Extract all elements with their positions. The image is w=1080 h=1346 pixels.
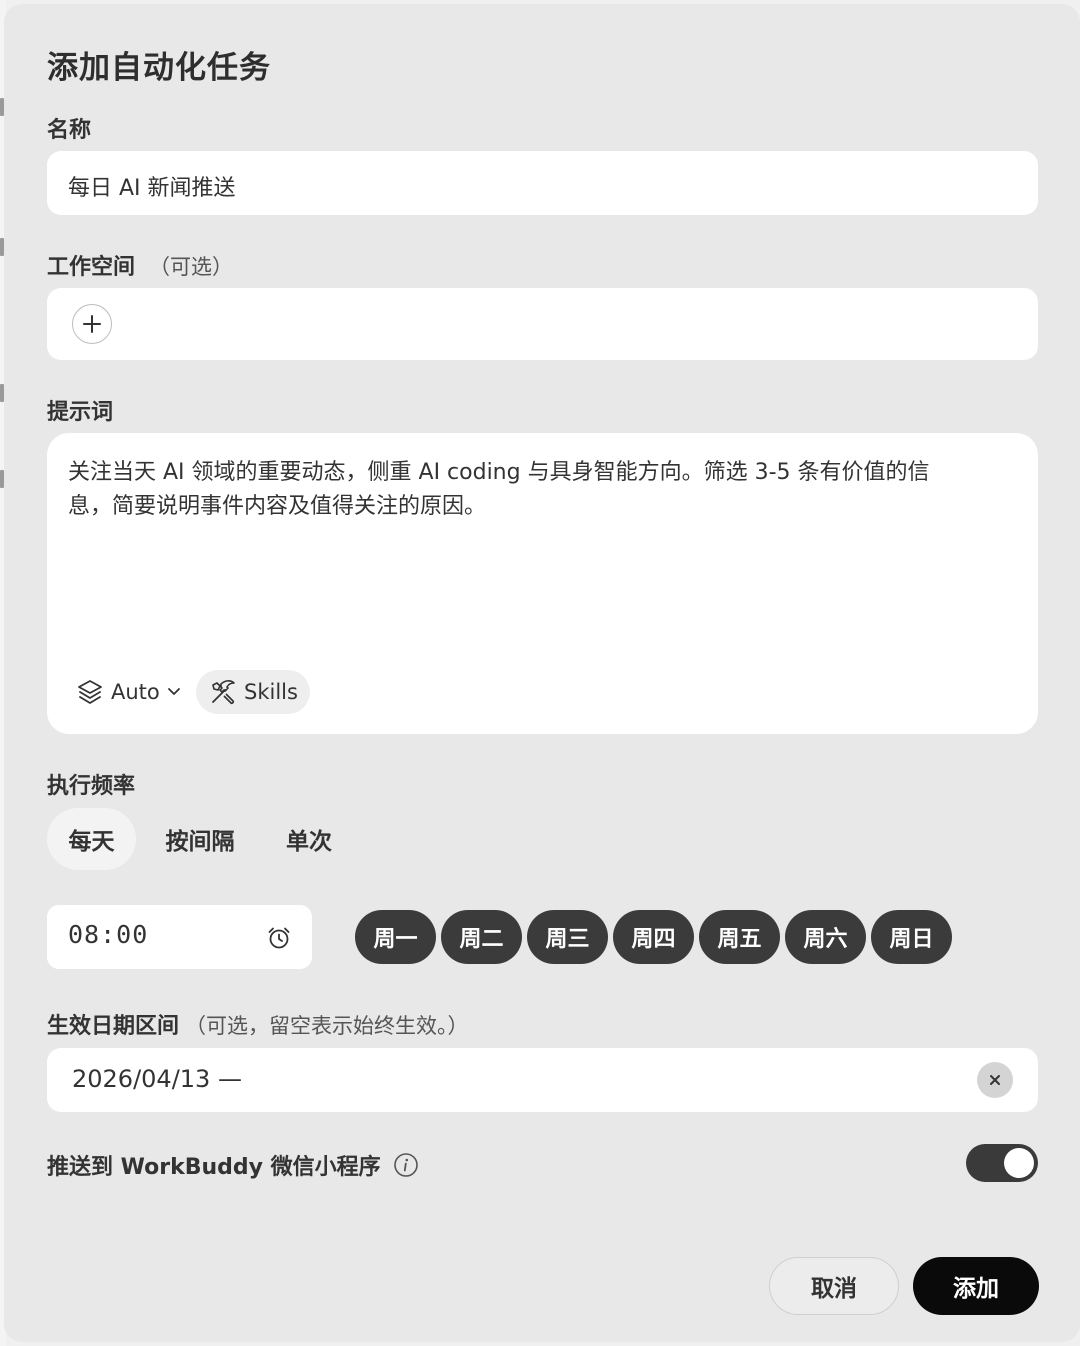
- time-input-value: 08:00: [68, 920, 149, 949]
- tools-icon: [212, 680, 235, 705]
- plus-icon: [83, 315, 101, 333]
- push-setting: 推送到 WorkBuddy 微信小程序: [47, 1149, 419, 1181]
- workspace-optional-hint: （可选）: [149, 255, 234, 279]
- prompt-text-line: 关注当天 AI 领域的重要动态，侧重 AI coding 与具身智能方向。筛选 …: [68, 460, 930, 485]
- add-button[interactable]: 添加: [913, 1257, 1039, 1315]
- skills-button-label: Skills: [244, 680, 298, 704]
- tab-once[interactable]: 单次: [274, 808, 344, 870]
- workspace-label: 工作空间 （可选）: [47, 249, 233, 281]
- name-input[interactable]: 每日 AI 新闻推送: [47, 151, 1038, 215]
- skills-button[interactable]: Skills: [196, 670, 310, 714]
- day-tuesday[interactable]: 周二: [441, 910, 522, 964]
- name-label: 名称: [47, 118, 92, 143]
- model-selector-label: Auto: [111, 680, 160, 704]
- day-monday[interactable]: 周一: [355, 910, 436, 964]
- dialog-title: 添加自动化任务: [47, 50, 271, 86]
- workspace-field: [47, 288, 1038, 360]
- tab-interval[interactable]: 按间隔: [150, 808, 250, 870]
- close-icon: [990, 1075, 1000, 1085]
- layers-icon: [78, 680, 102, 704]
- push-label: 推送到 WorkBuddy 微信小程序: [47, 1155, 381, 1180]
- date-range-label: 生效日期区间 （可选，留空表示始终生效。）: [47, 1008, 469, 1040]
- day-friday[interactable]: 周五: [699, 910, 780, 964]
- frequency-label: 执行频率: [47, 774, 136, 799]
- prompt-text: 关注当天 AI 领域的重要动态，侧重 AI coding 与具身智能方向。筛选 …: [68, 456, 1018, 524]
- add-automation-task-dialog: 添加自动化任务 名称 每日 AI 新闻推送 工作空间 （可选） 提示词 关注当天 …: [4, 4, 1080, 1342]
- push-toggle[interactable]: [966, 1144, 1038, 1182]
- date-range-input[interactable]: 2026/04/13 —: [47, 1048, 1038, 1112]
- date-range-value: 2026/04/13 —: [72, 1065, 242, 1093]
- prompt-textarea[interactable]: 关注当天 AI 领域的重要动态，侧重 AI coding 与具身智能方向。筛选 …: [47, 433, 1038, 734]
- workspace-label-text: 工作空间: [47, 255, 136, 280]
- toggle-knob: [1004, 1148, 1034, 1178]
- cancel-button[interactable]: 取消: [769, 1257, 899, 1315]
- add-workspace-button[interactable]: [72, 304, 112, 344]
- weekday-selector: 周一 周二 周三 周四 周五 周六 周日: [355, 910, 952, 964]
- day-sunday[interactable]: 周日: [871, 910, 952, 964]
- day-saturday[interactable]: 周六: [785, 910, 866, 964]
- date-range-label-text: 生效日期区间: [47, 1014, 180, 1039]
- date-range-hint: （可选，留空表示始终生效。）: [185, 1014, 469, 1038]
- clear-date-button[interactable]: [977, 1062, 1013, 1098]
- info-icon[interactable]: [393, 1152, 419, 1178]
- prompt-label: 提示词: [47, 400, 114, 425]
- name-input-value: 每日 AI 新闻推送: [68, 176, 236, 201]
- prompt-text-line: 息，简要说明事件内容及值得关注的原因。: [68, 494, 487, 519]
- tab-daily[interactable]: 每天: [47, 808, 136, 870]
- time-input[interactable]: 08:00: [47, 905, 312, 969]
- day-thursday[interactable]: 周四: [613, 910, 694, 964]
- model-selector[interactable]: Auto: [75, 675, 182, 709]
- day-wednesday[interactable]: 周三: [527, 910, 608, 964]
- chevron-down-icon: [167, 688, 180, 695]
- alarm-clock-icon[interactable]: [266, 925, 292, 951]
